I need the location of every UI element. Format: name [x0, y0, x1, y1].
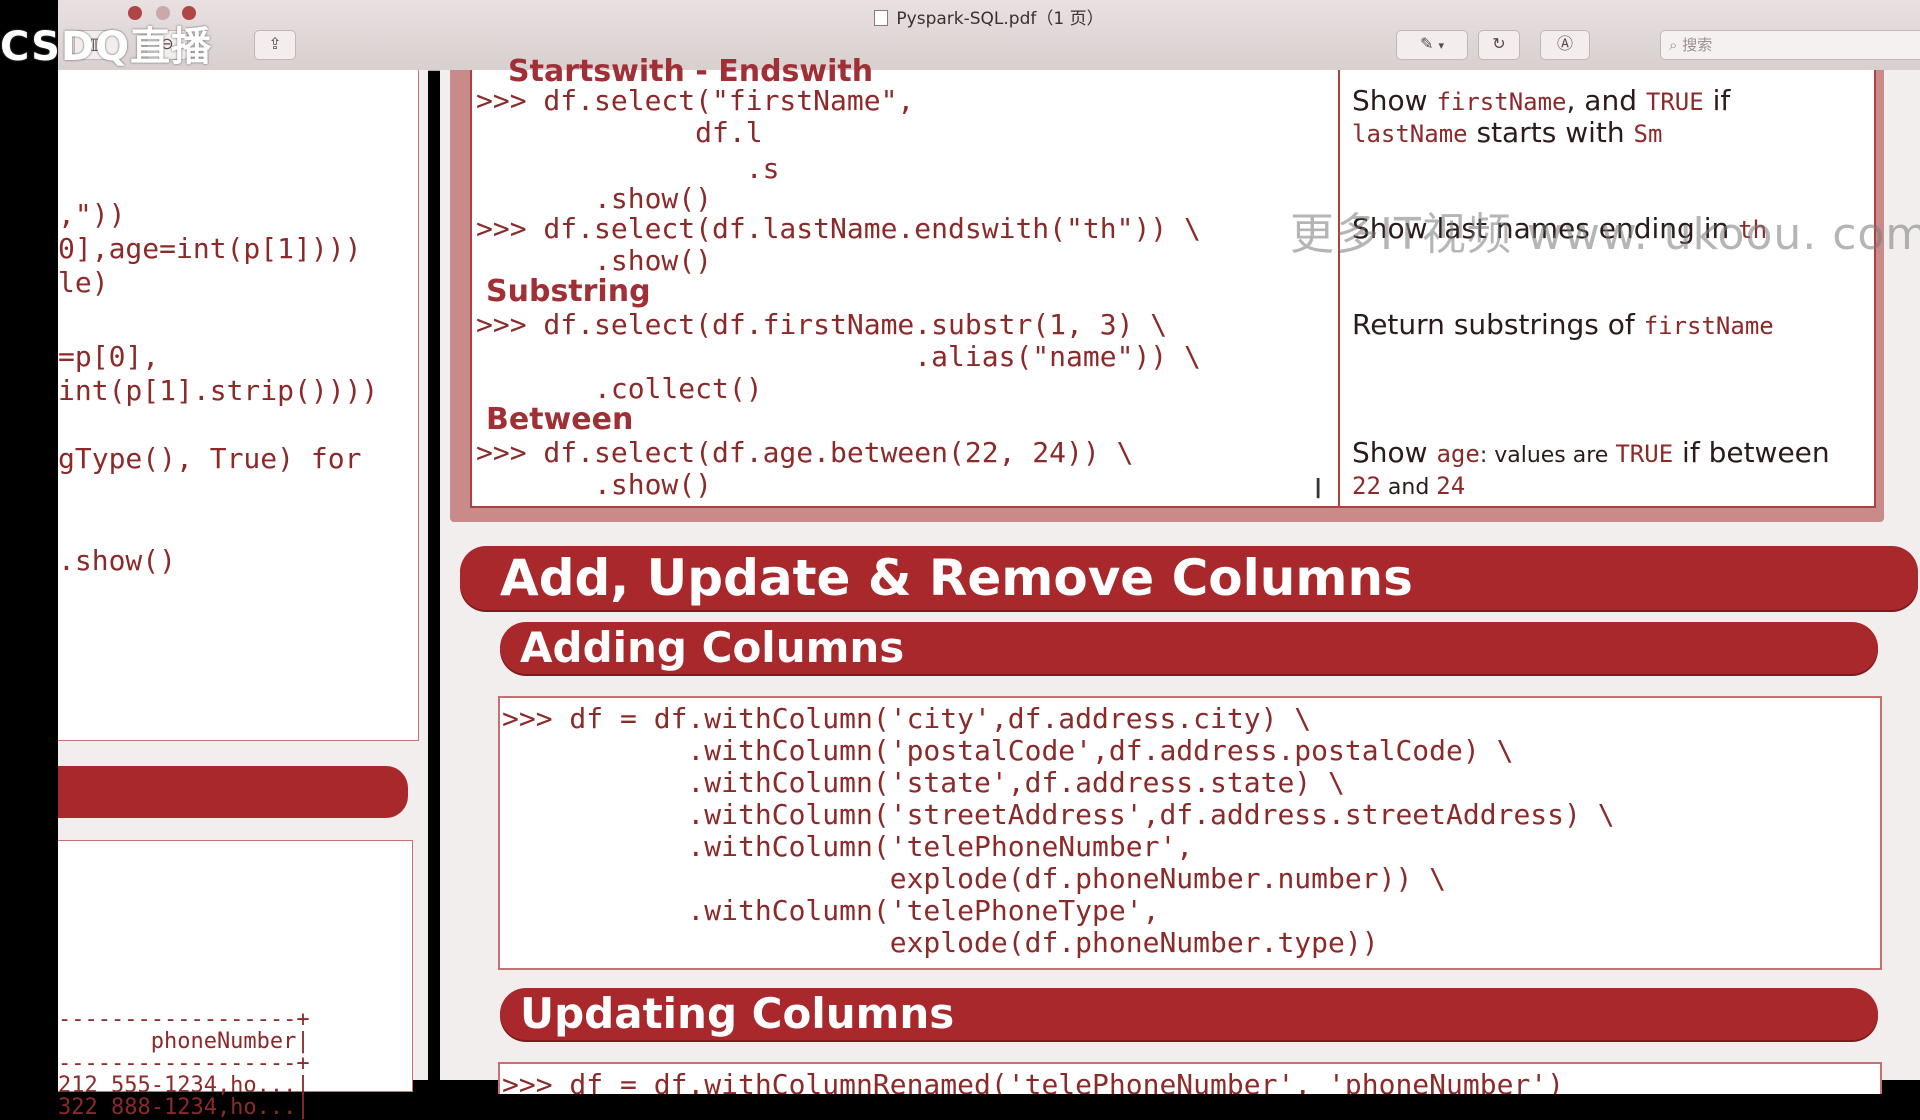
- code-line: >>> df = df.withColumn('city',df.address…: [502, 702, 1312, 735]
- section-title: Add, Update & Remove Columns: [500, 549, 1413, 607]
- left-section-banner: [58, 766, 408, 818]
- code-line: >>> df = df.withColumnRenamed('telePhone…: [502, 1068, 1565, 1094]
- column-divider: [1338, 70, 1340, 506]
- left-code-line: .show(): [58, 544, 177, 577]
- chevron-down-icon: ▾: [1438, 39, 1445, 52]
- desc-code: age: [1436, 440, 1480, 468]
- section-heading-between: Between: [486, 402, 634, 437]
- desc-text: Show: [1352, 436, 1437, 469]
- search-placeholder: 搜索: [1682, 36, 1713, 54]
- pdf-page: Startswith - Endswith >>> df.select("fir…: [440, 54, 1920, 1094]
- search-input[interactable]: ⌕ 搜索: [1660, 30, 1920, 60]
- code-line: .alias("name")) \: [476, 340, 1201, 373]
- query-cheat-table: Startswith - Endswith >>> df.select("fir…: [470, 54, 1876, 508]
- markup-button[interactable]: ✎ ▾: [1396, 30, 1468, 60]
- description-substr: Return substrings of firstName: [1352, 308, 1774, 341]
- left-code-box: ,")) 0],age=int(p[1]))) le) =p[0], int(p…: [58, 70, 419, 741]
- description-between: Show age: values are TRUE if between: [1352, 436, 1830, 469]
- share-button[interactable]: ⇪: [254, 30, 296, 60]
- code-line: .show(): [476, 468, 713, 501]
- adding-columns-code-box: >>> df = df.withColumn('city',df.address…: [498, 696, 1882, 970]
- title-bar: Pyspark-SQL.pdf（1 页） ▥ ⊖ ⇪ ✎ ▾ ↻ Ⓐ ⌕ 搜索: [58, 0, 1920, 71]
- rotate-button[interactable]: ↻: [1478, 30, 1520, 60]
- desc-code: TRUE: [1615, 440, 1674, 468]
- desc-text: starts with: [1467, 116, 1634, 149]
- code-line: .show(): [476, 182, 713, 215]
- table-line: 322 888-1234,ho...|: [58, 1095, 310, 1120]
- description-startswith-line2: lastName starts with Sm: [1352, 116, 1662, 149]
- desc-code: TRUE: [1645, 88, 1704, 116]
- code-line: >>> df.select(df.age.between(22, 24)) \: [476, 436, 1134, 469]
- code-line: .s: [476, 152, 780, 185]
- desc-text: : values are: [1479, 443, 1616, 468]
- code-line: .withColumn('telePhoneType',: [502, 894, 1160, 927]
- desc-code: Sm: [1633, 120, 1663, 148]
- search-icon: ⌕: [1669, 36, 1678, 54]
- stream-logo-overlay: CSDQ直播: [0, 24, 213, 70]
- code-line: .withColumn('state',df.address.state) \: [502, 766, 1345, 799]
- window-title-text: Pyspark-SQL.pdf（1 页）: [896, 9, 1104, 29]
- desc-code: firstName: [1436, 88, 1567, 116]
- section-banner-columns: Add, Update & Remove Columns: [460, 546, 1918, 610]
- code-line: .withColumn('telePhoneNumber',: [502, 830, 1194, 863]
- subsection-title: Adding Columns: [520, 623, 905, 672]
- subsection-title: Updating Columns: [520, 989, 955, 1038]
- left-code-line: 0],age=int(p[1]))): [58, 232, 362, 265]
- desc-text: , and: [1566, 84, 1646, 117]
- updating-columns-code-box: >>> df = df.withColumnRenamed('telePhone…: [498, 1062, 1882, 1094]
- left-page-fragment: ,")) 0],age=int(p[1]))) le) =p[0], int(p…: [58, 70, 428, 1120]
- code-line: .collect(): [476, 372, 763, 405]
- desc-text: Return substrings of: [1352, 308, 1644, 341]
- window-title: Pyspark-SQL.pdf（1 页）: [58, 4, 1920, 29]
- pdf-document-icon: [874, 10, 889, 26]
- subsection-banner-updating: Updating Columns: [500, 988, 1878, 1040]
- code-line: >>> df.select(df.firstName.substr(1, 3) …: [476, 308, 1168, 341]
- left-code-line: le): [58, 266, 109, 299]
- desc-code: firstName: [1643, 312, 1774, 340]
- description-startswith: Show firstName, and TRUE if: [1352, 84, 1730, 117]
- description-between-line2: 22 and 24: [1352, 468, 1465, 501]
- subsection-banner-adding: Adding Columns: [500, 622, 1878, 674]
- code-line: .withColumn('postalCode',df.address.post…: [502, 734, 1514, 767]
- desc-code: 24: [1436, 472, 1466, 500]
- code-line: .withColumn('streetAddress',df.address.s…: [502, 798, 1615, 831]
- code-line: >>> df.select("firstName",: [476, 84, 915, 117]
- left-code-line: ,")): [58, 198, 126, 231]
- section-heading-substring: Substring: [486, 274, 651, 309]
- share-icon: ⇪: [268, 34, 282, 53]
- desc-code: 22: [1352, 472, 1381, 500]
- annotate-icon: Ⓐ: [1556, 34, 1573, 53]
- left-output-table: ------------------+ phoneNumber| -------…: [58, 840, 413, 1120]
- code-line: explode(df.phoneNumber.number)) \: [502, 862, 1447, 895]
- code-line: >>> df.select(df.lastName.endswith("th")…: [476, 212, 1201, 245]
- desc-text: if between: [1673, 436, 1830, 469]
- annotate-button[interactable]: Ⓐ: [1540, 30, 1590, 60]
- watermark: 更多IT视频 www. ukoou. com: [1290, 209, 1920, 260]
- left-code-line: int(p[1].strip()))): [58, 374, 379, 407]
- desc-text: and: [1380, 475, 1437, 500]
- desc-code: lastName: [1352, 120, 1468, 148]
- code-line: df.l: [476, 116, 763, 149]
- text-cursor-icon: I: [1314, 472, 1323, 505]
- rotate-icon: ↻: [1492, 34, 1506, 53]
- left-code-line: gType(), True) for: [58, 442, 362, 475]
- pen-icon: ✎: [1419, 34, 1434, 53]
- left-code-line: =p[0],: [58, 340, 160, 373]
- desc-text: Show: [1352, 84, 1437, 117]
- code-line: .show(): [476, 244, 713, 277]
- query-cheat-frame: Startswith - Endswith >>> df.select("fir…: [450, 54, 1884, 522]
- code-line: explode(df.phoneNumber.type)): [502, 926, 1379, 959]
- desc-text: if: [1703, 84, 1731, 117]
